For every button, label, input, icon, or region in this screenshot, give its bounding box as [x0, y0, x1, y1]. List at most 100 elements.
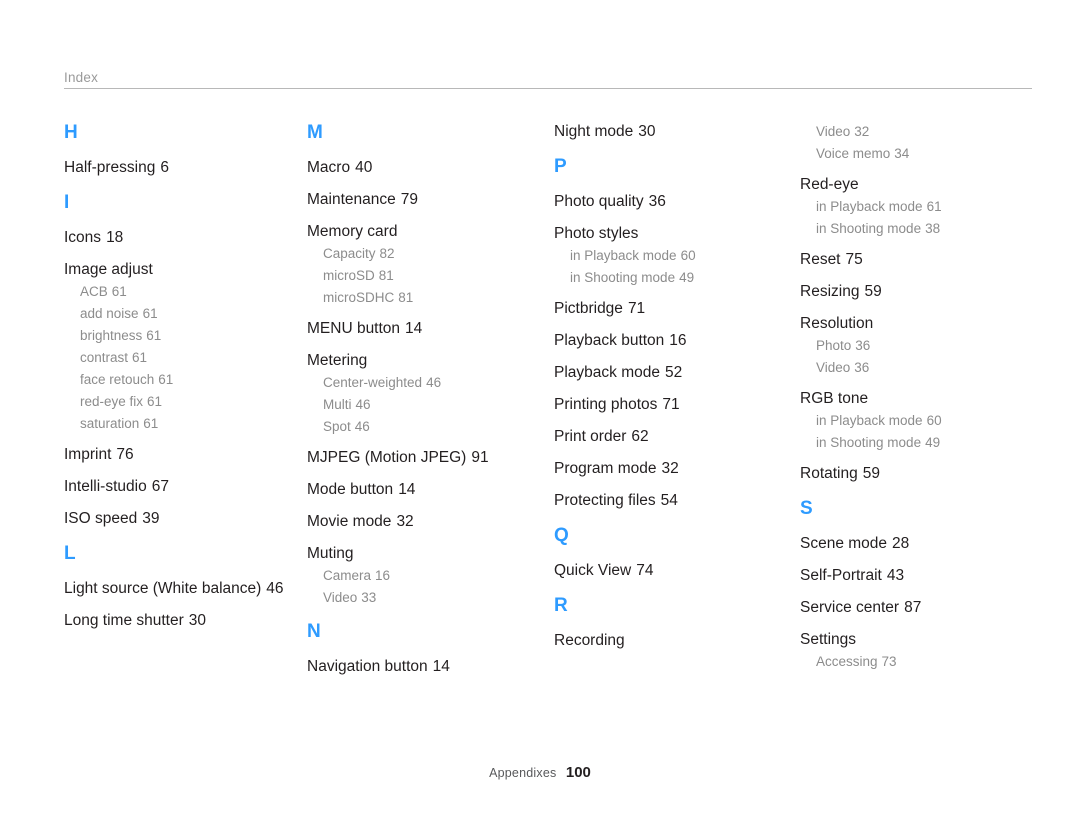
index-entry-label: Recording	[554, 632, 625, 649]
index-subentry-page-number: 61	[158, 372, 174, 387]
index-entry: Icons 18	[64, 228, 289, 248]
index-column-1: H Half-pressing 6 I Icons 18 Image adjust ACB 61…	[64, 122, 289, 643]
index-subentry-label: red-eye fix	[80, 394, 144, 409]
index-subentry-page-number: 61	[132, 350, 148, 365]
index-entry: Quick View 74	[554, 561, 779, 581]
index-subentry-label: contrast	[80, 350, 129, 365]
index-entry-label: RGB tone	[800, 390, 869, 407]
index-entry: Mode button 14	[307, 480, 532, 500]
index-entry-page-number: 6	[160, 159, 169, 176]
index-subentry-label: Video	[816, 360, 851, 375]
index-columns: H Half-pressing 6 I Icons 18 Image adjust ACB 61…	[0, 122, 1080, 742]
index-entry-label: Resolution	[800, 315, 874, 332]
index-entry: Movie mode 32	[307, 512, 532, 532]
index-entry: Program mode 32	[554, 459, 779, 479]
index-subentry: Video 32	[816, 122, 1025, 141]
index-subentry-page-number: 49	[679, 270, 695, 285]
index-subentry-label: Center-weighted	[323, 375, 423, 390]
index-subentry-page-number: 60	[926, 413, 942, 428]
index-entry-label: Playback button	[554, 332, 665, 349]
index-subentry-page-number: 61	[147, 394, 163, 409]
index-subentry-page-number: 34	[894, 146, 910, 161]
index-entry-page-number: 79	[400, 191, 419, 208]
index-entry: Print order 62	[554, 427, 779, 447]
index-entry-page-number: 32	[661, 460, 679, 477]
index-subentry: red-eye fix 61	[80, 392, 289, 411]
index-entry-label: Intelli-studio	[64, 478, 147, 495]
index-subentry-label: Video	[323, 590, 358, 605]
index-entry: Night mode 30	[554, 122, 779, 142]
index-entry: Playback mode 52	[554, 363, 779, 383]
index-subentry-label: Multi	[323, 397, 352, 412]
index-letter-heading: P	[554, 156, 567, 177]
index-entry-label: Service center	[800, 599, 900, 616]
index-entry-page-number: 75	[845, 251, 863, 268]
index-entry: Macro 40	[307, 158, 532, 178]
index-subentry-label: in Shooting mode	[816, 435, 922, 450]
index-subentry: Camera 16	[323, 566, 532, 585]
index-subentry: microSD 81	[323, 266, 532, 285]
index-entry-page-number: 71	[627, 300, 646, 317]
index-entry: Maintenance 79	[307, 190, 532, 210]
index-entry-label: Light source (White balance)	[64, 580, 262, 597]
index-letter-heading: Q	[554, 525, 569, 546]
index-entry: Muting	[307, 544, 532, 564]
index-entry: Resolution	[800, 314, 1025, 334]
index-entry: Reset 75	[800, 250, 1025, 270]
index-entry-label: Half-pressing	[64, 159, 156, 176]
index-subentry: Capacity 82	[323, 244, 532, 263]
index-subentry-page-number: 60	[680, 248, 696, 263]
index-entry-page-number: 46	[266, 580, 284, 597]
index-entry-page-number: 39	[142, 510, 160, 527]
header-divider	[64, 88, 1032, 89]
index-subentry-label: Capacity	[323, 246, 376, 261]
index-entry-label: Photo styles	[554, 225, 639, 242]
index-column-2: M Macro 40 Maintenance 79 Memory card Capacity…	[307, 122, 532, 689]
index-subentry: in Playback mode 61	[816, 197, 1025, 216]
footer-page-number: 100	[565, 764, 591, 781]
index-subentry: brightness 61	[80, 326, 289, 345]
index-subentry: Video 33	[323, 588, 532, 607]
index-entry: Light source (White balance) 46	[64, 579, 289, 599]
index-subentry-label: in Shooting mode	[570, 270, 676, 285]
index-subentry-label: Camera	[323, 568, 372, 583]
index-subentry: add noise 61	[80, 304, 289, 323]
index-entry-page-number: 54	[660, 492, 678, 509]
index-entry: Printing photos 71	[554, 395, 779, 415]
index-entry: Pictbridge 71	[554, 299, 779, 319]
index-entry: Playback button 16	[554, 331, 779, 351]
index-entry-label: ISO speed	[64, 510, 138, 527]
index-entry: MENU button 14	[307, 319, 532, 339]
index-entry-label: Reset	[800, 251, 841, 268]
index-entry: Imprint 76	[64, 445, 289, 465]
index-entry: RGB tone	[800, 389, 1025, 409]
index-subentry-page-number: 16	[375, 568, 391, 583]
index-subentry-page-number: 46	[426, 375, 442, 390]
index-subentry: saturation 61	[80, 414, 289, 433]
index-subentry-label: in Playback mode	[570, 248, 677, 263]
index-entry-page-number: 40	[355, 159, 373, 176]
index-letter-heading: M	[307, 122, 323, 143]
index-subentry: Spot 46	[323, 417, 532, 436]
index-subentry: in Shooting mode 49	[816, 433, 1025, 452]
index-subentry: in Shooting mode 49	[570, 268, 779, 287]
index-subentry-label: microSD	[323, 268, 375, 283]
index-subentry-page-number: 61	[143, 416, 159, 431]
index-entry: Half-pressing 6	[64, 158, 289, 178]
index-entry-label: Pictbridge	[554, 300, 623, 317]
index-subentry-label: Voice memo	[816, 146, 891, 161]
index-entry-label: MENU button	[307, 320, 401, 337]
index-entry: Self-Portrait 43	[800, 566, 1025, 586]
index-entry-page-number: 74	[636, 562, 654, 579]
index-entry-label: Resizing	[800, 283, 860, 300]
index-entry-label: Image adjust	[64, 261, 153, 278]
index-entry: Rotating 59	[800, 464, 1025, 484]
index-subentry: ACB 61	[80, 282, 289, 301]
index-entry: Settings	[800, 630, 1025, 650]
index-subentry: contrast 61	[80, 348, 289, 367]
index-entry: MJPEG (Motion JPEG) 91	[307, 448, 532, 468]
index-subentry: in Playback mode 60	[570, 246, 779, 265]
index-entry: Service center 87	[800, 598, 1025, 618]
index-entry-label: Scene mode	[800, 535, 888, 552]
index-column-4: Video 32 Voice memo 34 Red-eye in Playback mo…	[800, 122, 1025, 683]
